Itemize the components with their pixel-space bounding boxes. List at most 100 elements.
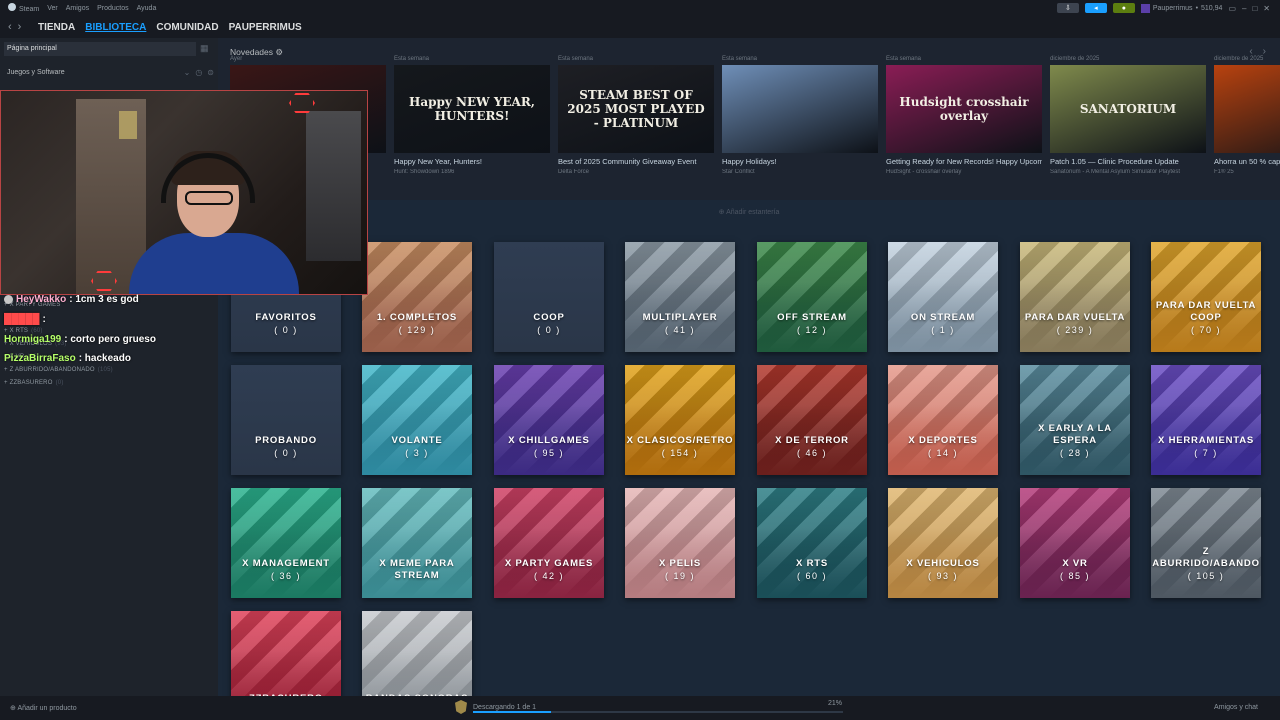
news-card[interactable]: Esta semana Happy NEW YEAR, HUNTERS! Happy…: [394, 56, 550, 175]
news-art-text: SANATORIUM: [1079, 102, 1177, 116]
collection-tile[interactable]: X EARLY A LA ESPERA ( 28 ): [1020, 365, 1130, 475]
collection-tile[interactable]: X RTS ( 60 ): [757, 488, 867, 598]
account-menu[interactable]: Pauperrimus • 510,94: [1140, 3, 1223, 13]
sidebar-item-z-aburrido[interactable]: + Z ABURRIDO/ABANDONADO (105): [4, 367, 113, 373]
collection-tile[interactable]: X HERRAMIENTAS ( 7 ): [1151, 365, 1261, 475]
collection-count: ( 70 ): [1190, 325, 1221, 335]
collection-name: PARA DAR VUELTA: [1024, 312, 1126, 323]
maximize-icon[interactable]: □: [1252, 4, 1257, 13]
collection-label: 1. COMPLETOS ( 129 ): [362, 312, 472, 352]
news-date: Esta semana: [394, 56, 430, 62]
collection-label: X PARTY GAMES ( 42 ): [494, 558, 604, 598]
add-product-button[interactable]: ⊕ Añadir un producto: [10, 704, 77, 712]
menu-ayuda[interactable]: Ayuda: [137, 5, 157, 12]
news-card[interactable]: Esta semana Hudsight crosshair overlay Get…: [886, 56, 1042, 175]
filter-icon[interactable]: ⊜: [207, 68, 214, 77]
tab-profile[interactable]: PAUPERRIMUS: [229, 22, 302, 33]
collection-label: X MEME PARA STREAM: [362, 558, 472, 598]
chevron-down-icon[interactable]: ⌄: [184, 68, 191, 77]
news-headline: Happy New Year, Hunters!: [394, 157, 482, 166]
collection-tile[interactable]: X MEME PARA STREAM: [362, 488, 472, 598]
add-shelf-button[interactable]: ⊕ Añadir estantería: [218, 208, 1280, 216]
notifications-button[interactable]: ●: [1112, 3, 1135, 13]
chat-text: : 1cm 3 es god: [69, 294, 139, 305]
collection-tile[interactable]: X PARTY GAMES ( 42 ): [494, 488, 604, 598]
collection-tile[interactable]: PARA DAR VUELTA COOP ( 70 ): [1151, 242, 1261, 352]
collection-name: VOLANTE: [391, 435, 443, 446]
chat-username: PizzaBirraFaso: [4, 353, 76, 364]
collection-tile[interactable]: X CHILLGAMES ( 95 ): [494, 365, 604, 475]
collection-tile[interactable]: ZZBASURERO: [231, 611, 341, 696]
menu-steam[interactable]: Steam: [8, 3, 39, 13]
collection-tile[interactable]: VOLANTE ( 3 ): [362, 365, 472, 475]
collection-name: ON STREAM: [910, 312, 976, 323]
library-home: Novedades ⚙ ‹ › Ayer Esta semana Happy NEW …: [218, 38, 1280, 696]
close-icon[interactable]: ✕: [1263, 4, 1270, 13]
collection-tile[interactable]: ON STREAM ( 1 ): [888, 242, 998, 352]
collection-tile[interactable]: X VR ( 85 ): [1020, 488, 1130, 598]
collection-tile[interactable]: X PELIS ( 19 ): [625, 488, 735, 598]
news-game: Delta Force: [558, 169, 590, 175]
collection-tile[interactable]: X CLASICOS/RETRO ( 154 ): [625, 365, 735, 475]
collection-tile[interactable]: BANDAS SONORAS: [362, 611, 472, 696]
collection-name: X VEHICULOS: [906, 558, 980, 569]
news-image: SANATORIUM: [1050, 65, 1206, 153]
menu-ver[interactable]: Ver: [47, 5, 58, 12]
news-card[interactable]: diciembre de 2025 Ahorra un 50 % capítulo…: [1214, 56, 1280, 175]
collection-name: FAVORITOS: [255, 312, 317, 323]
collection-name: X DE TERROR: [775, 435, 849, 446]
collection-name: X EARLY A LA ESPERA: [1038, 423, 1112, 446]
collection-tile[interactable]: X MANAGEMENT ( 36 ): [231, 488, 341, 598]
collection-label: X VR ( 85 ): [1020, 558, 1130, 598]
forward-arrow-icon[interactable]: ›: [18, 21, 22, 33]
news-card[interactable]: Esta semana Happy Holidays! Star Conflict: [722, 56, 878, 175]
wallet-balance: 510,94: [1201, 4, 1223, 12]
collection-tile[interactable]: 1. COMPLETOS ( 129 ): [362, 242, 472, 352]
collection-tile[interactable]: Z ABURRIDO/ABANDO ( 105 ): [1151, 488, 1261, 598]
news-game: Star Conflict: [722, 169, 755, 175]
tab-biblioteca[interactable]: BIBLIOTECA: [85, 22, 146, 33]
collection-label: MULTIPLAYER ( 41 ): [625, 312, 735, 352]
collection-tile[interactable]: X DEPORTES ( 14 ): [888, 365, 998, 475]
collection-count: ( 239 ): [1056, 325, 1094, 335]
news-headline: Patch 1.05 — Clinic Procedure Update: [1050, 157, 1179, 166]
recent-clock-icon[interactable]: ◷: [195, 68, 202, 77]
collection-tile[interactable]: X DE TERROR ( 46 ): [757, 365, 867, 475]
news-game: F1® 25: [1214, 169, 1234, 175]
collection-tile[interactable]: PROBANDO ( 0 ): [231, 365, 341, 475]
collection-name: X MEME PARA STREAM: [379, 558, 455, 581]
broadcast-button[interactable]: ⇩: [1056, 3, 1079, 13]
chat-username: Hormiga199: [4, 334, 62, 345]
collection-tile[interactable]: COOP ( 0 ): [494, 242, 604, 352]
back-arrow-icon[interactable]: ‹: [8, 21, 12, 33]
announcements-button[interactable]: ◂: [1084, 3, 1107, 13]
collection-tile[interactable]: PARA DAR VUELTA ( 239 ): [1020, 242, 1130, 352]
sidebar-item-zzbasurero[interactable]: + ZZBASURERO (0): [4, 380, 64, 386]
download-progress-bar: [473, 711, 843, 713]
collection-label: X RTS ( 60 ): [757, 558, 867, 598]
collection-count: ( 105 ): [1187, 571, 1225, 581]
news-card[interactable]: Esta semana STEAM BEST OF 2025 MOST PLAYE…: [558, 56, 714, 175]
library-filter[interactable]: Juegos y Software ⌄ ◷ ⊜: [4, 66, 214, 78]
collection-label: OFF STREAM ( 12 ): [757, 312, 867, 352]
collection-tile[interactable]: MULTIPLAYER ( 41 ): [625, 242, 735, 352]
menu-amigos[interactable]: Amigos: [66, 5, 89, 12]
menu-productos[interactable]: Productos: [97, 5, 129, 12]
collection-count: ( 19 ): [664, 571, 695, 581]
grid-view-icon[interactable]: ▦: [200, 43, 212, 55]
collection-tile[interactable]: OFF STREAM ( 12 ): [757, 242, 867, 352]
tab-comunidad[interactable]: COMUNIDAD: [156, 22, 218, 33]
tab-tienda[interactable]: TIENDA: [38, 22, 75, 33]
chat-username: HeyWakko: [16, 294, 67, 305]
collection-name: X RTS: [796, 558, 828, 569]
friends-chat-button[interactable]: Amigos y chat: [1214, 704, 1258, 711]
screenshot-mode-icon[interactable]: ▭: [1228, 4, 1236, 13]
collection-count: ( 60 ): [796, 571, 827, 581]
filter-label: Juegos y Software: [7, 68, 65, 76]
collection-tile[interactable]: X VEHICULOS ( 93 ): [888, 488, 998, 598]
minimize-icon[interactable]: –: [1242, 4, 1246, 13]
home-button[interactable]: Página principal: [4, 42, 196, 56]
news-card[interactable]: diciembre de 2025 SANATORIUM Patch 1.05 — …: [1050, 56, 1206, 175]
news-image: STEAM BEST OF 2025 MOST PLAYED - PLATINU…: [558, 65, 714, 153]
news-image: [722, 65, 878, 153]
